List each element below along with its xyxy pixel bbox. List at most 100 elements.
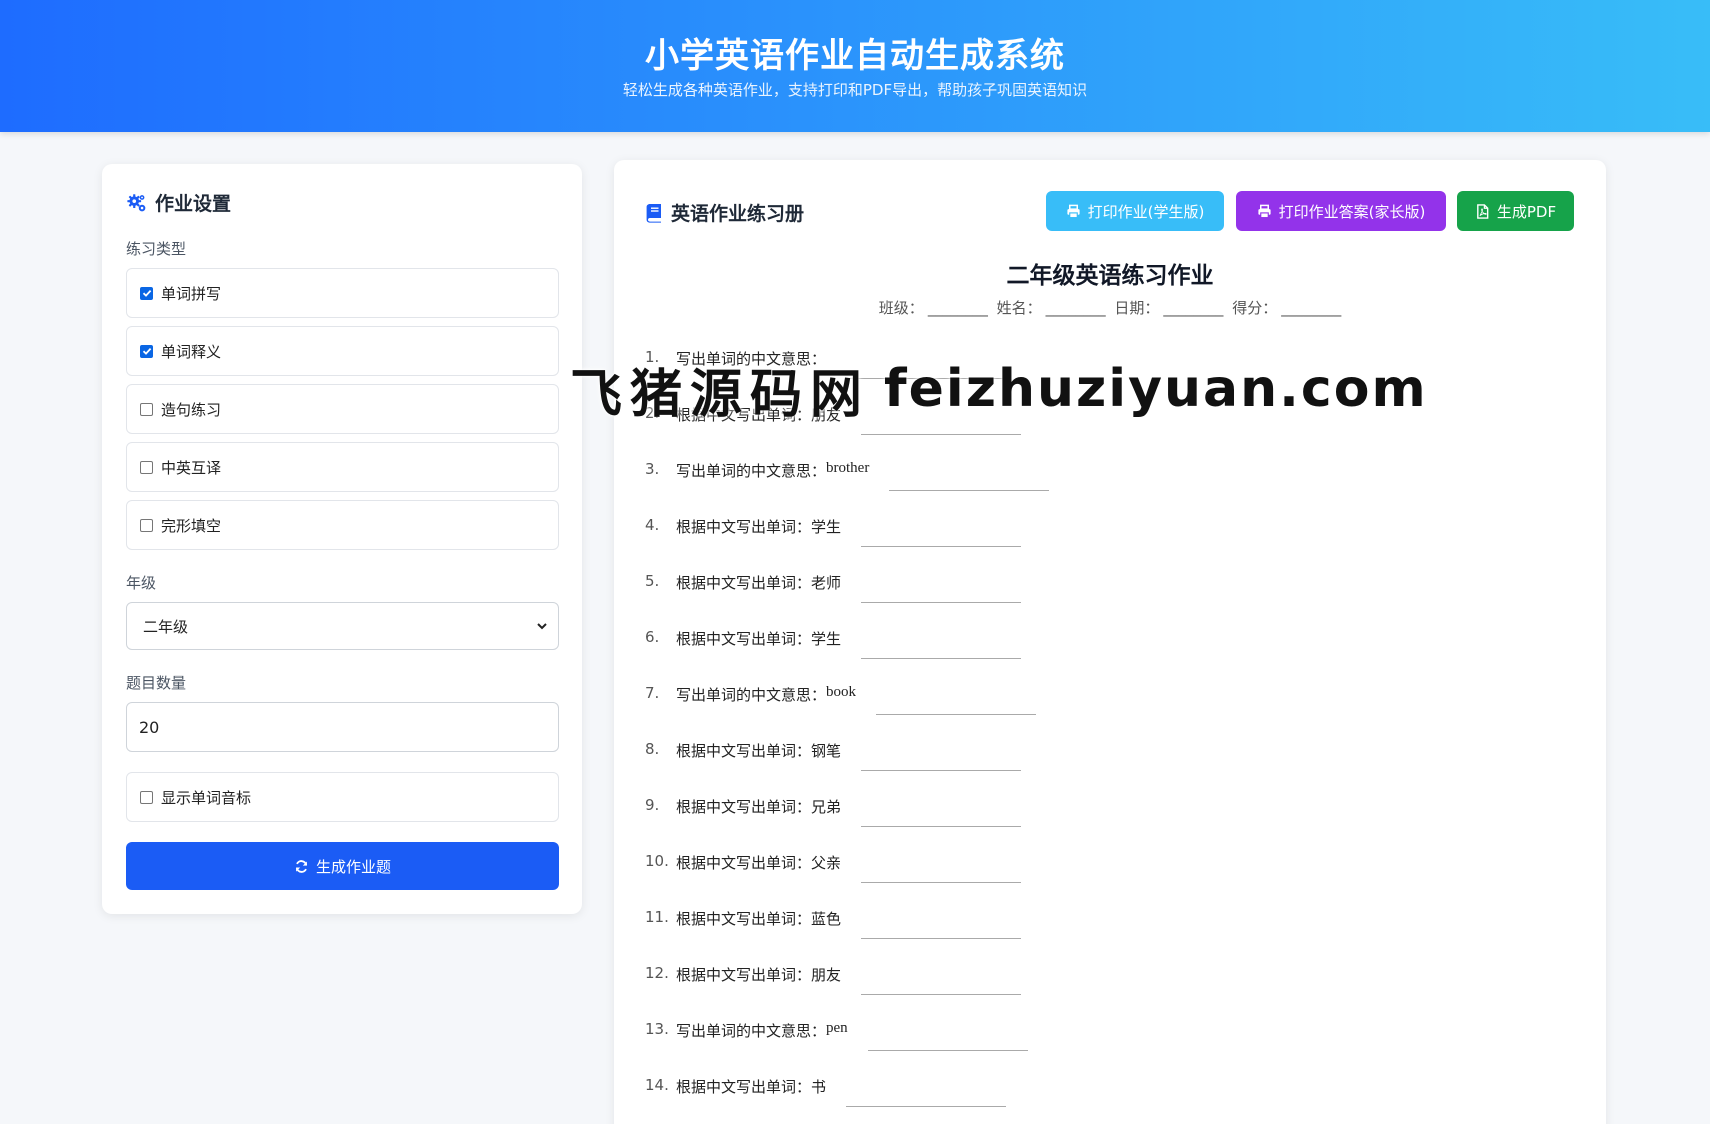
option-word-meaning[interactable]: 单词释义 [126,326,559,376]
option-label: 完形填空 [161,516,222,535]
question-prompt: 写出单词的中文意思： [676,350,827,368]
refresh-icon [295,859,308,873]
question-item: 4. 根据中文写出单词： 学生 [645,516,1545,572]
question-number: 10. [645,852,669,870]
print-student-button[interactable]: 打印作业(学生版) [1046,191,1224,231]
printer-icon [1258,204,1271,218]
question-item: 13. 写出单词的中文意思： pen [645,1020,1545,1076]
answer-blank[interactable] [861,525,1022,547]
count-input-value: 20 [139,717,160,737]
question-word: 兄弟 [811,798,842,816]
count-input[interactable]: 20 [126,702,559,752]
question-prompt: 根据中文写出单词： [676,574,812,592]
meta-score-label: 得分： [1232,299,1278,317]
workbook-title: 英语作业练习册 [645,199,804,226]
question-item: 14. 根据中文写出单词：书 [645,1076,1545,1124]
question-word: 父亲 [811,854,842,872]
question-number: 5. [645,572,660,590]
grade-select[interactable]: 二年级 [126,602,559,650]
checkbox-unchecked[interactable] [140,460,153,474]
answer-blank[interactable] [861,581,1022,603]
meta-date-blank: ________ [1163,299,1224,317]
count-label: 题目数量 [126,674,187,692]
question-item: 10. 根据中文写出单词： 父亲 [645,852,1545,908]
question-item: 2. 根据中文写出单词： 朋友 [645,404,1545,460]
generate-button-label: 生成作业题 [315,857,391,876]
question-word: 学生 [811,518,842,536]
page-subtitle: 轻松生成各种英语作业，支持打印和PDF导出，帮助孩子巩固英语知识 [622,81,1088,99]
print-student-label: 打印作业(学生版) [1087,202,1205,221]
printer-icon [1067,204,1080,218]
answer-blank[interactable] [861,805,1022,827]
generate-button[interactable]: 生成作业题 [126,842,559,890]
checkbox-unchecked[interactable] [140,518,153,532]
question-number: 1. [645,348,660,366]
question-number: 9. [645,796,660,814]
question-item: 7. 写出单词的中文意思： book [645,684,1545,740]
question-word: 朋友 [811,406,842,424]
question-item: 6. 根据中文写出单词： 学生 [645,628,1545,684]
option-word-spelling[interactable]: 单词拼写 [126,268,559,318]
checkbox-unchecked[interactable] [140,790,153,804]
question-prompt: 根据中文写出单词： [676,518,812,536]
answer-blank[interactable] [861,973,1022,995]
question-item: 11. 根据中文写出单词： 蓝色 [645,908,1545,964]
meta-class-blank: ________ [927,299,988,317]
question-prompt: 根据中文写出单词： [676,1078,812,1096]
answer-blank[interactable] [861,861,1022,883]
question-number: 12. [645,964,669,982]
question-prompt: 根据中文写出单词： [676,910,812,928]
pdf-file-icon [1476,203,1489,219]
answer-blank[interactable] [846,1085,1007,1107]
option-show-phonetic[interactable]: 显示单词音标 [126,772,559,822]
option-label: 单词释义 [161,342,222,361]
question-item: 5. 根据中文写出单词： 老师 [645,572,1545,628]
question-item: 8. 根据中文写出单词： 钢笔 [645,740,1545,796]
question-number: 8. [645,740,660,758]
question-item: 9. 根据中文写出单词： 兄弟 [645,796,1545,852]
option-label: 显示单词音标 [161,788,252,807]
answer-blank[interactable] [846,357,1007,379]
option-cloze[interactable]: 完形填空 [126,500,559,550]
question-prompt: 根据中文写出单词： [676,742,812,760]
question-number: 7. [645,684,660,702]
question-number: 3. [645,460,660,478]
answer-blank[interactable] [861,413,1022,435]
question-prompt: 根据中文写出单词： [676,854,812,872]
answer-blank[interactable] [889,469,1050,491]
workbook-title-text: 英语作业练习册 [671,203,805,225]
checkbox-checked[interactable] [140,344,153,358]
question-number: 13. [645,1020,669,1038]
question-item: 12. 根据中文写出单词： 朋友 [645,964,1545,1020]
workbook-panel: 英语作业练习册 打印作业(学生版) 打印作业答案(家长版) 生成PDF 二年级英… [614,160,1606,1124]
checkbox-checked[interactable] [140,286,153,300]
settings-title-text: 作业设置 [155,193,232,215]
question-number: 4. [645,516,660,534]
question-number: 14. [645,1076,669,1094]
question-word: brother [826,460,870,476]
answer-blank[interactable] [861,917,1022,939]
answer-blank[interactable] [861,637,1022,659]
answer-blank[interactable] [861,749,1022,771]
option-sentence-practice[interactable]: 造句练习 [126,384,559,434]
meta-class-label: 班级： [878,299,924,317]
settings-title: 作业设置 [126,189,231,216]
checkbox-unchecked[interactable] [140,402,153,416]
grade-select-value: 二年级 [143,617,189,636]
generate-pdf-button[interactable]: 生成PDF [1457,191,1574,231]
question-word: 老师 [811,574,842,592]
answer-blank[interactable] [867,1029,1028,1051]
question-word: 蓝色 [811,910,842,928]
answer-blank[interactable] [876,693,1037,715]
option-label: 造句练习 [161,400,222,419]
question-prompt: 根据中文写出单词： [676,406,812,424]
question-list: 1. 写出单词的中文意思： 2. 根据中文写出单词： 朋友 3. 写出单词的中文意思： bro… [645,348,1545,1124]
sheet-meta: 班级： ________ 姓名： ________ 日期： ________ 得分： _… [614,297,1606,318]
question-word: 学生 [811,630,842,648]
option-translation[interactable]: 中英互译 [126,442,559,492]
print-answer-button[interactable]: 打印作业答案(家长版) [1236,191,1446,231]
question-prompt: 根据中文写出单词： [676,966,812,984]
question-prompt: 写出单词的中文意思： [676,1022,827,1040]
meta-date-label: 日期： [1114,299,1160,317]
grade-label: 年级 [126,574,157,592]
